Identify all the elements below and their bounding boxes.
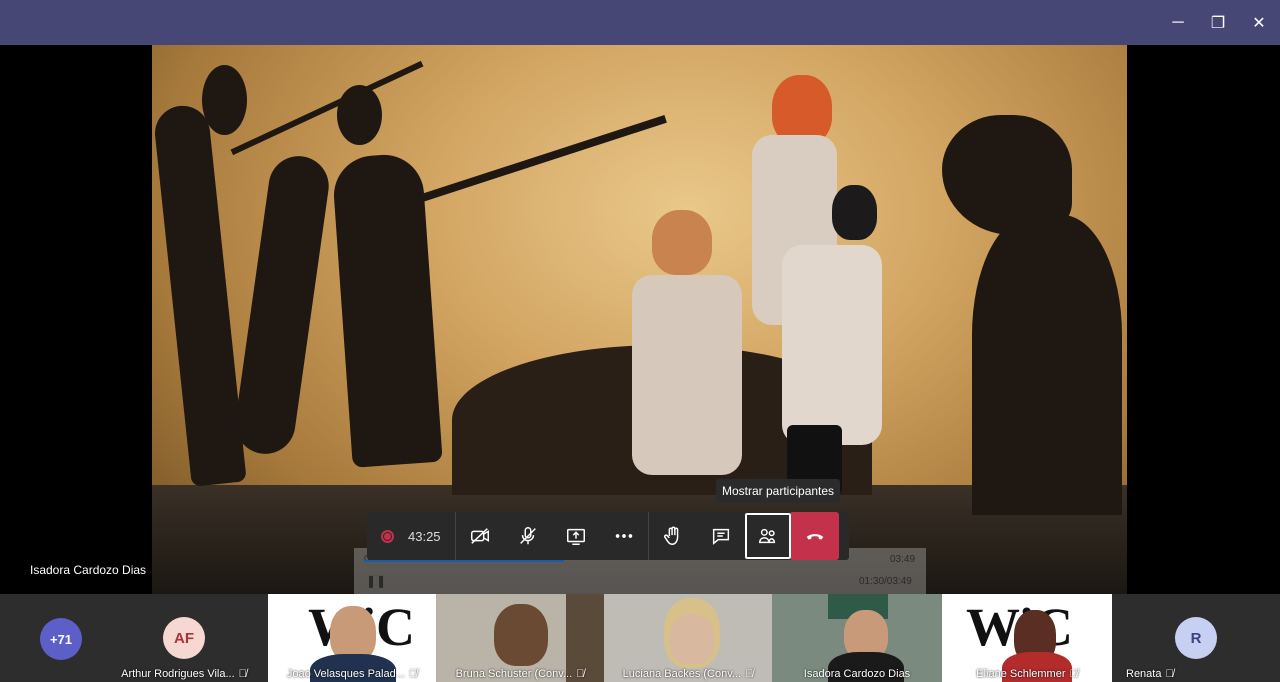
mic-muted-icon: 🎙̸ [576,668,585,680]
participant-name: Bruna Schuster (Conv... 🎙̸ [455,668,585,680]
presenter-name: Isadora Cardozo Dias [30,563,147,577]
participant-name: Renata 🎙̸ [1126,668,1174,680]
mic-muted-icon: 🎙̸ [1069,668,1078,680]
avatar: R [1175,617,1217,659]
ellipsis-icon [615,534,632,538]
show-participants-button[interactable] [744,513,791,559]
overflow-count: +71 [40,618,82,660]
participant-tile[interactable]: WiC Joao Velasques Palad...🎙̸ [268,594,436,682]
mic-muted-icon: 🎙̸ [745,668,754,680]
camera-off-icon [470,528,489,544]
chat-icon [712,528,729,545]
phone-hangup-icon [806,534,823,540]
close-icon: ✕ [1252,14,1266,32]
participant-tile[interactable]: R Renata 🎙̸ [1112,594,1280,682]
participant-name: Joao Velasques Palad... 🎙̸ [286,668,418,680]
camera-toggle-button[interactable] [456,512,504,560]
scrubber-time-right: 03:49 [890,554,916,565]
scrubber-progress [364,560,564,562]
hand-icon [663,526,678,545]
close-button[interactable]: ✕ [1238,0,1280,45]
avatar: AF [163,617,205,659]
participant-name: Isadora Cardozo Dias [803,668,911,680]
participant-name: Luciana Backes (Conv... 🎙̸ [622,668,754,680]
restore-icon: ❐ [1210,14,1226,32]
participant-tile[interactable]: WiC Eliane Schlemmer🎙̸ [942,594,1112,682]
participant-tile[interactable]: Bruna Schuster (Conv... 🎙̸ [436,594,604,682]
participant-tile[interactable]: AF Arthur Rodrigues Vila... 🎙̸ [100,594,268,682]
minimize-button[interactable]: ─ [1157,0,1199,45]
more-actions-button[interactable] [600,512,648,560]
scrubber-time-combined: 01:30/03:49 [859,576,912,587]
mic-muted-icon: 🎙̸ [408,668,418,680]
recording-icon [381,529,394,543]
restore-button[interactable]: ❐ [1197,0,1239,45]
tooltip: Mostrar participantes [716,479,841,503]
participant-video [494,604,548,666]
share-icon [566,528,585,545]
participants-icon [758,528,775,544]
mic-off-icon [519,527,536,545]
participant-name: Eliane Schlemmer 🎙̸ [976,668,1078,680]
meeting-stage: Isadora Cardozo Dias 01:30 03:49 ❚❚ 01:3… [0,45,1280,594]
participant-tile[interactable]: Isadora Cardozo Dias [772,594,942,682]
pause-icon: ❚❚ [366,574,387,588]
mic-toggle-button[interactable] [504,512,552,560]
mic-muted-icon: 🎙̸ [238,668,247,680]
mic-muted-icon: 🎙̸ [1165,668,1174,680]
title-bar: ─ ❐ ✕ [0,0,1280,45]
chat-button[interactable] [697,512,745,560]
minimize-icon: ─ [1172,13,1184,31]
recording-indicator: 43:25 [367,512,456,560]
participant-strip: +71 AF Arthur Rodrigues Vila...🎙̸ WiC Jo… [0,594,1280,682]
call-timer: 43:25 [408,528,441,544]
share-screen-button[interactable] [552,512,600,560]
participant-tile[interactable]: Luciana Backes (Conv... 🎙̸ [604,594,772,682]
hang-up-button[interactable] [790,512,839,560]
participant-name: Arthur Rodrigues Vila... 🎙̸ [121,668,247,680]
raise-hand-button[interactable] [649,512,697,560]
call-toolbar: 43:25 [367,512,849,560]
overflow-tile[interactable]: +71 [0,594,100,682]
